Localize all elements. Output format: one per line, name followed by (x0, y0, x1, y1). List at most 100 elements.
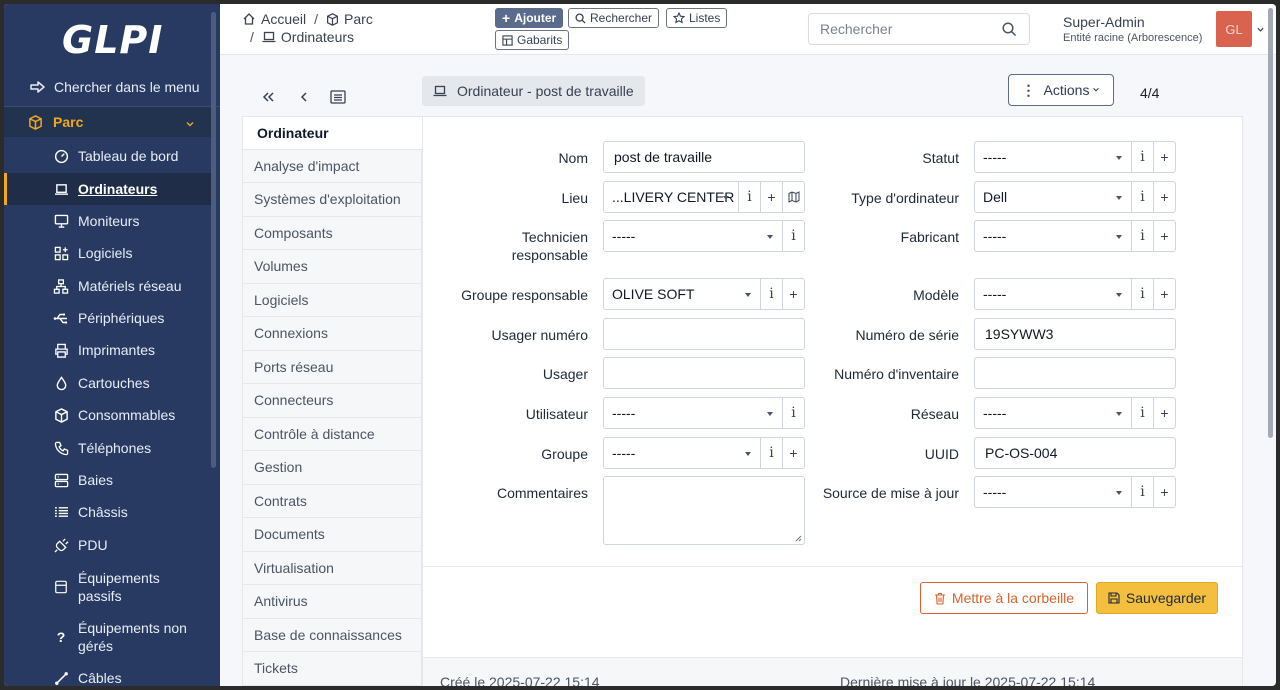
nom-input[interactable]: post de travaille (603, 141, 805, 173)
first-item-icon[interactable] (257, 86, 279, 108)
tab-item[interactable]: Virtualisation (242, 551, 422, 585)
save-button[interactable]: Sauvegarder (1096, 582, 1218, 614)
source-maj-select[interactable]: ----- i + (974, 476, 1176, 508)
lieu-select[interactable]: ...LIVERY CENTER i + (603, 181, 805, 213)
reseau-value[interactable]: ----- (975, 398, 1131, 428)
plus-icon[interactable]: + (1153, 142, 1175, 172)
previous-item-icon[interactable] (293, 86, 315, 108)
sidebar-item-téléphones[interactable]: Téléphones (4, 432, 211, 464)
info-icon[interactable]: i (1131, 477, 1153, 507)
modele-value[interactable]: ----- (975, 279, 1131, 309)
tab-item[interactable]: Ordinateur (242, 116, 422, 150)
groupe-value[interactable]: ----- (604, 438, 760, 468)
sidebar-item-moniteurs[interactable]: Moniteurs (4, 205, 211, 237)
sidebar-item-baies[interactable]: Baies (4, 464, 211, 496)
tab-item[interactable]: Ports réseau (242, 350, 422, 384)
sidebar-scrollbar[interactable] (211, 12, 216, 468)
sidebar-search[interactable]: Chercher dans le menu (4, 72, 220, 102)
breadcrumb-parc[interactable]: Parc (344, 11, 373, 27)
plus-icon[interactable]: + (782, 279, 804, 309)
tab-item[interactable]: Systèmes d'exploitation (242, 183, 422, 217)
utilisateur-select[interactable]: ----- i (603, 397, 805, 429)
sidebar-item-ordinateurs[interactable]: Ordinateurs (4, 173, 211, 205)
tab-item[interactable]: Connecteurs (242, 384, 422, 418)
groupe-select[interactable]: ----- i + (603, 437, 805, 469)
tab-item[interactable]: Antivirus (242, 585, 422, 619)
user-menu[interactable]: Super-Admin Entité racine (Arborescence) (1063, 14, 1202, 44)
tab-item[interactable]: Connexions (242, 317, 422, 351)
chevron-down-icon[interactable] (1256, 26, 1265, 34)
type-value[interactable]: Dell (975, 182, 1131, 212)
sidebar-item-cartouches[interactable]: Cartouches (4, 367, 211, 399)
utilisateur-value[interactable]: ----- (604, 398, 782, 428)
sidebar-item-tableau-de-bord[interactable]: Tableau de bord (4, 139, 211, 173)
search-icon[interactable] (1002, 22, 1017, 37)
tab-item[interactable]: Tickets (242, 652, 422, 686)
source-value[interactable]: ----- (975, 477, 1131, 507)
statut-select[interactable]: ----- i + (974, 141, 1176, 173)
numero-inventaire-input[interactable] (974, 357, 1176, 389)
tab-item[interactable]: Contrôle à distance (242, 417, 422, 451)
sidebar-item-imprimantes[interactable]: Imprimantes (4, 334, 211, 366)
info-icon[interactable]: i (760, 438, 782, 468)
sidebar-item-pdu[interactable]: PDU (4, 529, 211, 561)
info-icon[interactable]: i (782, 398, 804, 428)
main-scrollbar[interactable] (1268, 8, 1273, 438)
groupe-responsable-select[interactable]: OLIVE SOFT i + (603, 278, 805, 310)
global-search-input[interactable]: Rechercher (808, 13, 1030, 45)
resize-grip-icon[interactable] (795, 535, 802, 542)
uuid-input[interactable]: PC-OS-004 (974, 437, 1176, 469)
tab-item[interactable]: Gestion (242, 451, 422, 485)
statut-value[interactable]: ----- (975, 142, 1131, 172)
lieu-value[interactable]: ...LIVERY CENTER (604, 182, 738, 212)
plus-icon[interactable]: + (1153, 221, 1175, 251)
glpi-logo[interactable]: GLPI (62, 18, 163, 62)
info-icon[interactable]: i (738, 182, 760, 212)
avatar[interactable]: GL (1216, 11, 1252, 47)
info-icon[interactable]: i (1131, 142, 1153, 172)
commentaires-textarea[interactable] (603, 476, 805, 545)
sidebar-item-équipements-passifs[interactable]: Équipements passifs (4, 563, 211, 611)
breadcrumb-home[interactable]: Accueil (261, 11, 306, 27)
actions-button[interactable]: ⋮ Actions (1008, 74, 1114, 106)
tab-item[interactable]: Base de connaissances (242, 618, 422, 652)
tab-item[interactable]: Documents (242, 518, 422, 552)
templates-button[interactable]: Gabarits (495, 30, 570, 50)
sidebar-item-logiciels[interactable]: Logiciels (4, 237, 211, 269)
search-button[interactable]: Rechercher (568, 8, 660, 28)
plus-icon[interactable]: + (782, 438, 804, 468)
list-view-icon[interactable] (327, 86, 349, 108)
tab-item[interactable]: Volumes (242, 250, 422, 284)
add-button[interactable]: + Ajouter (495, 8, 564, 28)
plus-icon[interactable]: + (1153, 477, 1175, 507)
tab-item[interactable]: Analyse d'impact (242, 149, 422, 183)
info-icon[interactable]: i (1131, 398, 1153, 428)
plus-icon[interactable]: + (1153, 398, 1175, 428)
usager-input[interactable] (603, 357, 805, 389)
info-icon[interactable]: i (760, 279, 782, 309)
info-icon[interactable]: i (1131, 221, 1153, 251)
tab-item[interactable]: Logiciels (242, 283, 422, 317)
sidebar-item-équipements-non-gérés[interactable]: ? Équipements non gérés (4, 613, 211, 661)
plus-icon[interactable]: + (760, 182, 782, 212)
fabricant-value[interactable]: ----- (975, 221, 1131, 251)
sidebar-item-câbles[interactable]: Câbles (4, 665, 211, 686)
trash-button[interactable]: Mettre à la corbeille (920, 582, 1088, 614)
tab-item[interactable]: Composants (242, 216, 422, 250)
numero-serie-input[interactable]: 19SYWW3 (974, 318, 1176, 350)
lists-button[interactable]: Listes (666, 8, 728, 28)
groupe-responsable-value[interactable]: OLIVE SOFT (604, 279, 760, 309)
technicien-select[interactable]: ----- i (603, 220, 805, 252)
tab-item[interactable]: Contrats (242, 484, 422, 518)
sidebar-item-périphériques[interactable]: Périphériques (4, 302, 211, 334)
type-ordinateur-select[interactable]: Dell i + (974, 181, 1176, 213)
info-icon[interactable]: i (1131, 279, 1153, 309)
map-icon[interactable] (782, 182, 804, 212)
technicien-value[interactable]: ----- (604, 221, 782, 251)
sidebar-item-châssis[interactable]: Châssis (4, 496, 211, 528)
sidebar-item-matériels-réseau[interactable]: Matériels réseau (4, 270, 211, 302)
modele-select[interactable]: ----- i + (974, 278, 1176, 310)
plus-icon[interactable]: + (1153, 279, 1175, 309)
sidebar-section-parc[interactable]: Parc (4, 107, 211, 137)
plus-icon[interactable]: + (1153, 182, 1175, 212)
